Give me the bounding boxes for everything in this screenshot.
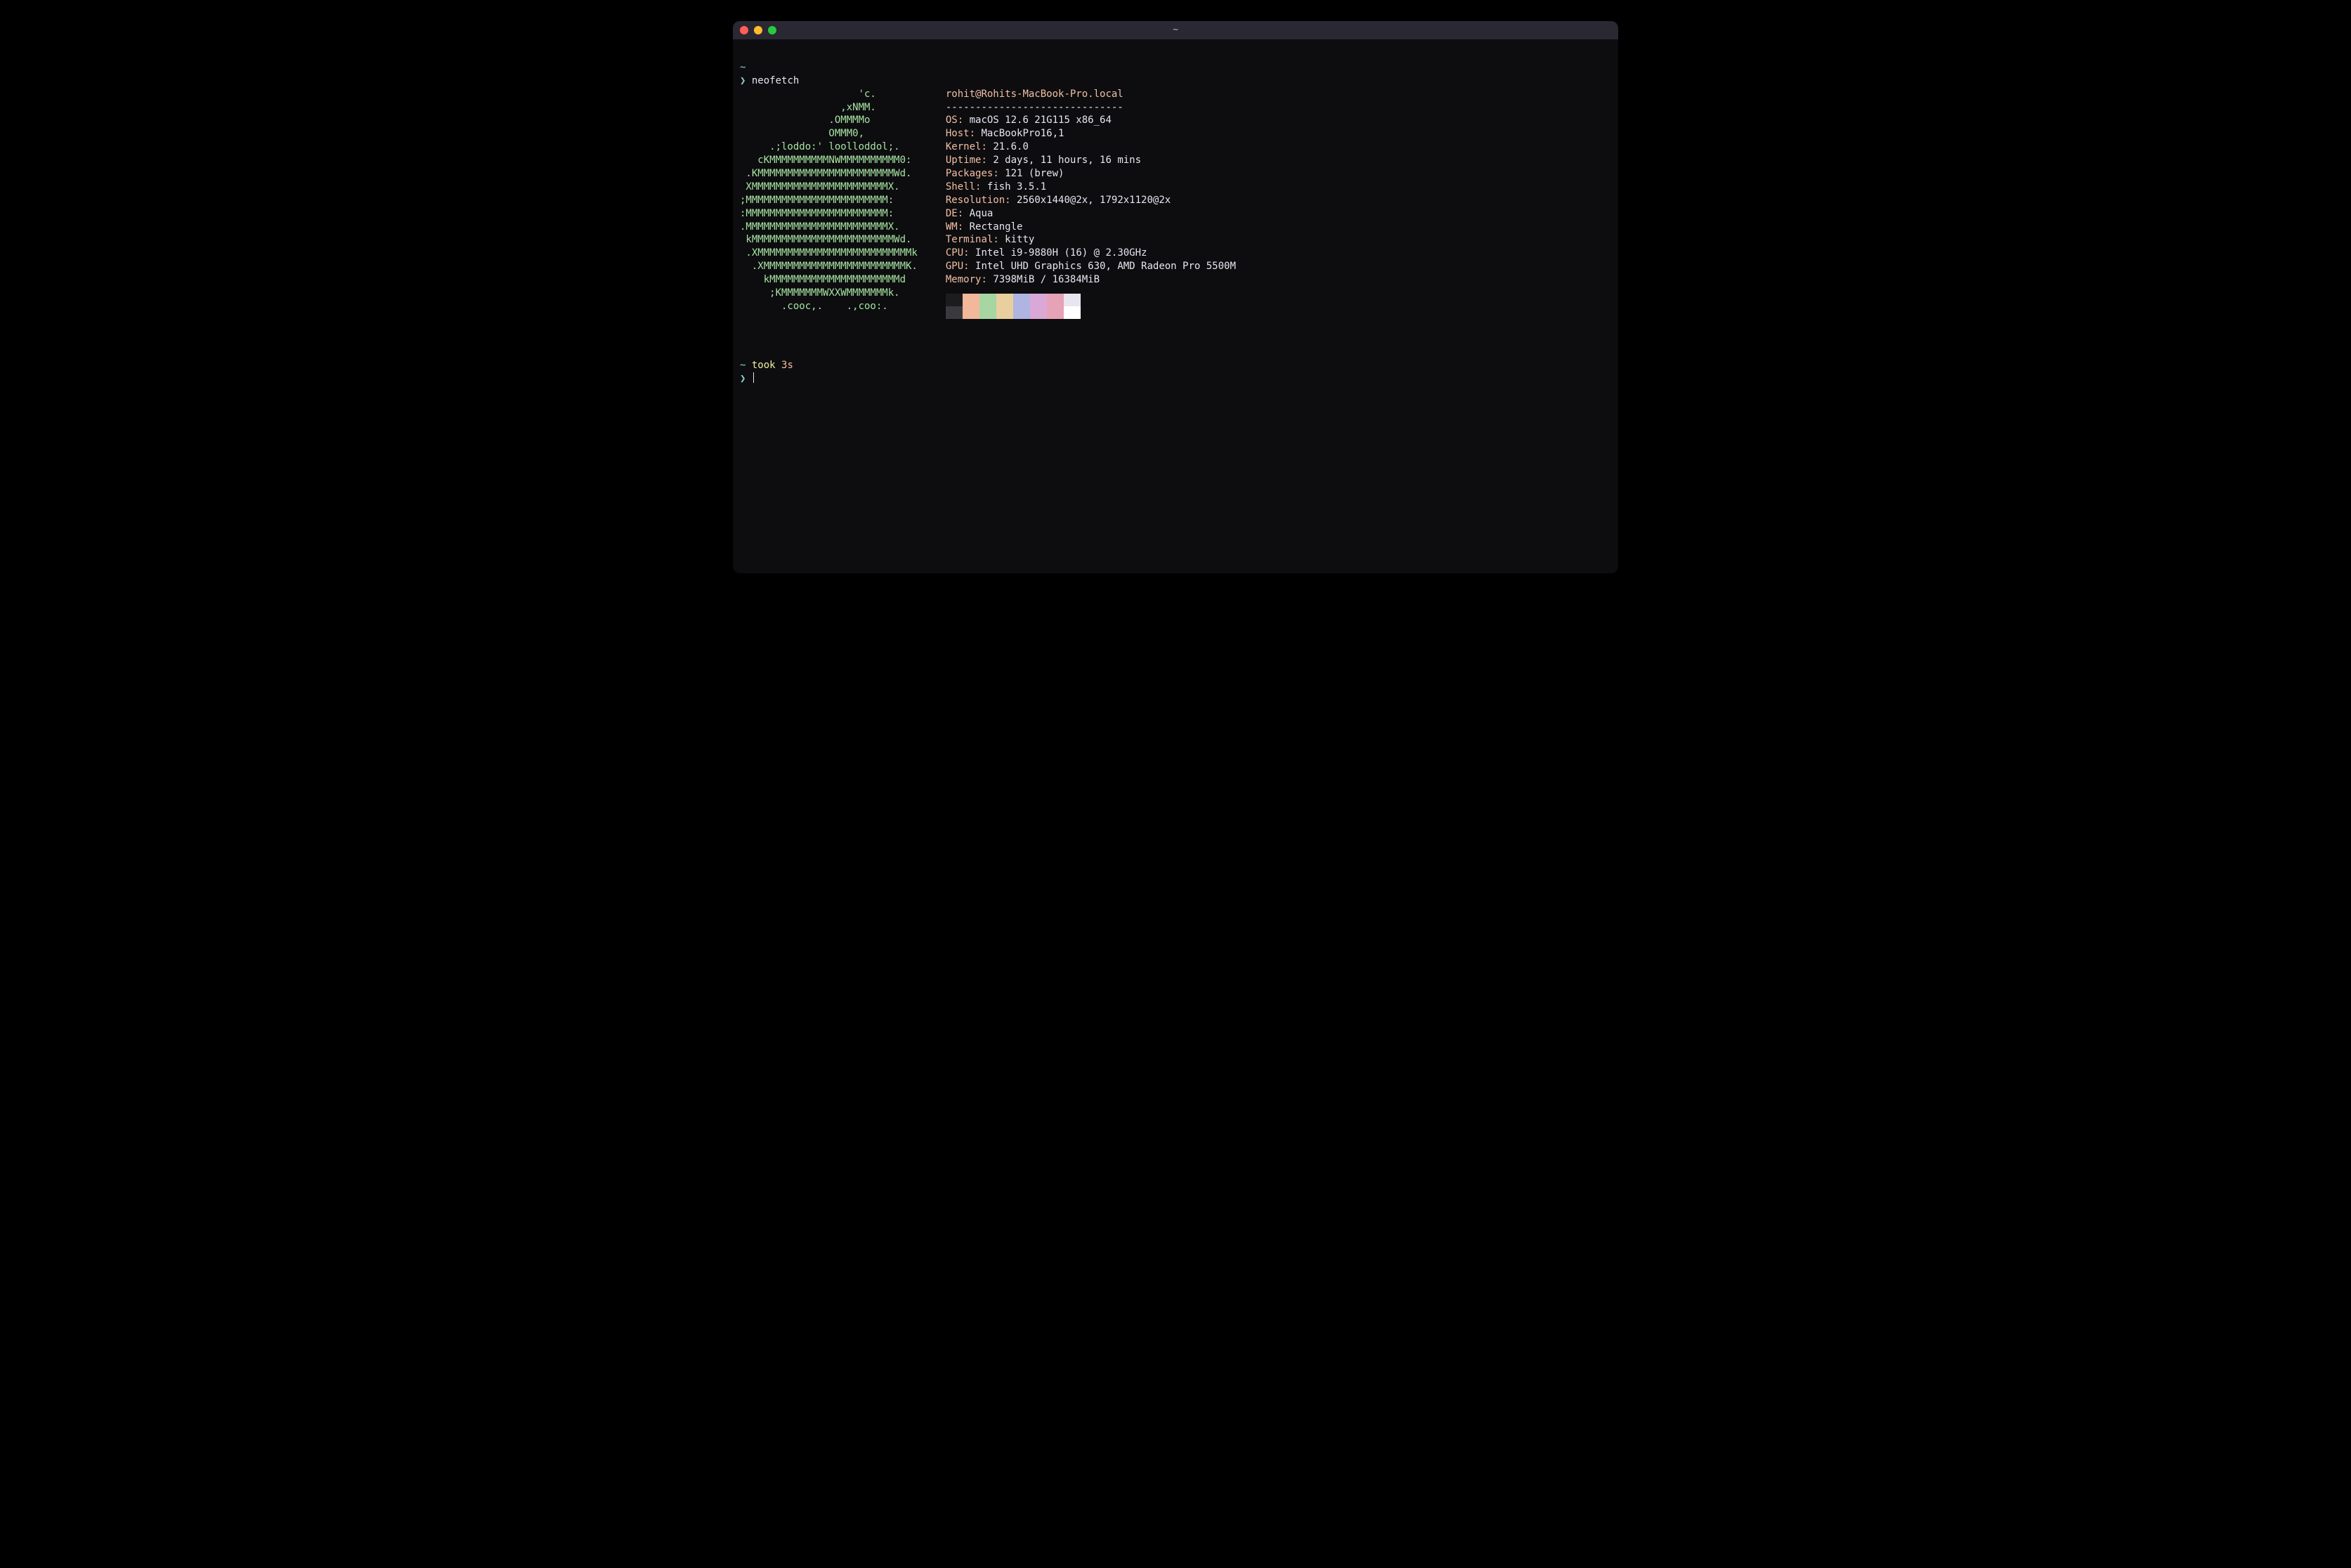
logo-line: cKMMMMMMMMMMNWMMMMMMMMMM0: — [740, 155, 911, 166]
color-swatch — [1013, 294, 1030, 306]
system-info: rohit@Rohits-MacBook-Pro.local ----------… — [946, 88, 1236, 319]
color-swatch — [996, 294, 1013, 306]
logo-line: 'c. — [740, 89, 876, 100]
info-key-gpu: GPU — [946, 261, 963, 272]
ascii-logo: 'c. ,xNMM. .OMMMMo OMMM0, .;loddo:' lool… — [740, 88, 918, 313]
info-key-os: OS — [946, 115, 958, 126]
info-value-memory: 7398MiB / 16384MiB — [993, 274, 1100, 285]
close-button[interactable] — [740, 26, 748, 34]
logo-line: .XMMMMMMMMMMMMMMMMMMMMMMMMK. — [740, 261, 918, 272]
minimize-button[interactable] — [754, 26, 762, 34]
prompt-symbol: ❯ — [740, 373, 745, 384]
info-value-resolution: 2560x1440@2x, 1792x1120@2x — [1017, 195, 1171, 206]
info-key-terminal: Terminal — [946, 234, 993, 245]
duration: 3s — [781, 360, 793, 371]
logo-line: .OMMMMo — [740, 115, 870, 126]
cursor[interactable] — [753, 372, 754, 383]
info-key-memory: Memory — [946, 274, 982, 285]
color-swatch — [1047, 294, 1064, 306]
command-text: neofetch — [752, 75, 799, 86]
color-swatch — [1030, 306, 1047, 319]
color-swatch — [1064, 306, 1081, 319]
info-key-shell: Shell — [946, 181, 975, 192]
logo-line: XMMMMMMMMMMMMMMMMMMMMMMMX. — [740, 181, 900, 192]
color-swatch — [979, 294, 996, 306]
color-swatch — [946, 306, 963, 319]
palette-row-2 — [946, 306, 1236, 319]
logo-line: .;loddo:' loolloddol;. — [740, 141, 900, 152]
info-key-cpu: CPU — [946, 247, 963, 259]
traffic-lights — [740, 26, 776, 34]
info-key-resolution: Resolution — [946, 195, 1005, 206]
info-value-host: MacBookPro16,1 — [981, 128, 1064, 139]
color-swatch — [1064, 294, 1081, 306]
info-value-shell: fish 3.5.1 — [987, 181, 1046, 192]
info-value-wm: Rectangle — [970, 221, 1023, 233]
info-value-kernel: 21.6.0 — [993, 141, 1029, 152]
info-key-kernel: Kernel — [946, 141, 982, 152]
user-host: rohit@Rohits-MacBook-Pro.local — [946, 89, 1124, 100]
info-key-host: Host — [946, 128, 970, 139]
color-swatch — [946, 294, 963, 306]
info-value-terminal: kitty — [1005, 234, 1034, 245]
color-swatch — [1030, 294, 1047, 306]
prompt-cwd: ~ — [740, 62, 745, 73]
logo-line: .XMMMMMMMMMMMMMMMMMMMMMMMMMMk — [740, 247, 918, 259]
zoom-button[interactable] — [768, 26, 776, 34]
info-value-de: Aqua — [970, 208, 994, 219]
color-swatch — [996, 306, 1013, 319]
color-swatch — [1013, 306, 1030, 319]
info-value-os: macOS 12.6 21G115 x86_64 — [970, 115, 1112, 126]
status-cwd: ~ — [740, 360, 745, 371]
logo-line: kMMMMMMMMMMMMMMMMMMMMMMMMWd. — [740, 234, 911, 245]
separator: ------------------------------ — [946, 102, 1124, 113]
logo-line: ;KMMMMMMMWXXWMMMMMMMk. — [740, 287, 900, 299]
info-key-uptime: Uptime — [946, 155, 982, 166]
color-swatch — [1047, 306, 1064, 319]
info-key-packages: Packages — [946, 168, 993, 179]
titlebar[interactable]: ~ — [733, 21, 1618, 39]
info-value-packages: 121 (brew) — [1005, 168, 1064, 179]
logo-line: .MMMMMMMMMMMMMMMMMMMMMMMMX. — [740, 221, 900, 233]
logo-line: kMMMMMMMMMMMMMMMMMMMMMMd — [740, 274, 906, 285]
logo-line: .cooc,. .,coo:. — [740, 301, 888, 312]
logo-line: OMMM0, — [740, 128, 864, 139]
prompt-symbol: ❯ — [740, 75, 745, 86]
terminal-window: ~ ~ ❯ neofetch 'c. ,xNMM. .OMMMMo OMMM0,… — [733, 21, 1618, 573]
palette-row-1 — [946, 294, 1236, 306]
info-value-gpu: Intel UHD Graphics 630, AMD Radeon Pro 5… — [975, 261, 1236, 272]
logo-line: ,xNMM. — [740, 102, 876, 113]
info-value-uptime: 2 days, 11 hours, 16 mins — [993, 155, 1141, 166]
neofetch-output: 'c. ,xNMM. .OMMMMo OMMM0, .;loddo:' lool… — [740, 88, 1611, 319]
color-swatch — [979, 306, 996, 319]
logo-line: :MMMMMMMMMMMMMMMMMMMMMMMM: — [740, 208, 894, 219]
logo-line: .KMMMMMMMMMMMMMMMMMMMMMMMWd. — [740, 168, 911, 179]
color-swatch — [963, 306, 979, 319]
logo-line: ;MMMMMMMMMMMMMMMMMMMMMMMM: — [740, 195, 894, 206]
color-swatch — [963, 294, 979, 306]
info-key-wm: WM — [946, 221, 958, 233]
color-palette — [946, 294, 1236, 319]
took-label: took — [752, 360, 776, 371]
info-value-cpu: Intel i9-9880H (16) @ 2.30GHz — [975, 247, 1147, 259]
terminal-body[interactable]: ~ ❯ neofetch 'c. ,xNMM. .OMMMMo OMMM0, .… — [733, 39, 1618, 573]
window-title: ~ — [1173, 24, 1178, 37]
info-key-de: DE — [946, 208, 958, 219]
